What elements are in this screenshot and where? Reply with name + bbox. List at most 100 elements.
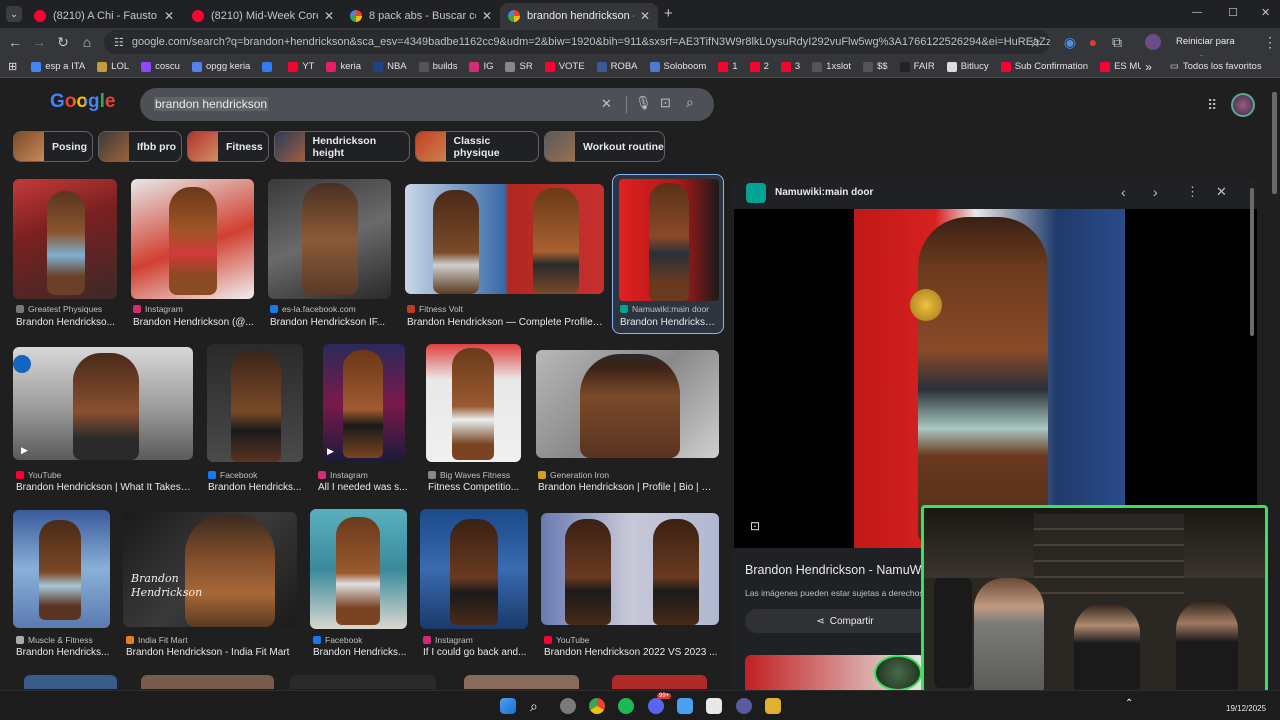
bookmark-item[interactable]: 1xslot: [812, 61, 851, 72]
tab-google-brandon[interactable]: brandon hendrickson - Buscar c ✕: [500, 3, 658, 28]
bookmarks-more-icon[interactable]: »: [1145, 60, 1152, 74]
result-image[interactable]: [290, 675, 436, 689]
result-title[interactable]: Brandon Hendrickson 2022 VS 2023 ...: [544, 647, 719, 658]
taskbar-app-icon[interactable]: [560, 698, 576, 714]
apps-icon[interactable]: ⊞: [8, 60, 17, 73]
search-box[interactable]: brandon hendrickson ✕ 🎙 ⊡ ⌕: [140, 88, 714, 121]
result-title[interactable]: Brandon Hendricks...: [313, 647, 407, 658]
tab-search-icon[interactable]: ⌄: [6, 6, 22, 22]
result-title[interactable]: Brandon Hendrickson — Complete Profile: …: [407, 317, 604, 328]
account-avatar[interactable]: [1231, 93, 1255, 117]
windows-start-icon[interactable]: [500, 698, 516, 714]
microphone-icon[interactable]: 🎙: [635, 95, 652, 111]
result-image[interactable]: [464, 675, 579, 689]
forward-icon[interactable]: →: [31, 34, 47, 50]
search-input[interactable]: brandon hendrickson: [154, 97, 269, 111]
new-tab-button[interactable]: +: [664, 5, 673, 22]
more-options-icon[interactable]: ⋮: [1186, 184, 1199, 200]
google-apps-icon[interactable]: ⠿: [1207, 97, 1217, 114]
bookmark-item[interactable]: VOTE: [544, 61, 585, 72]
result-image[interactable]: [13, 510, 110, 628]
chip-hendrickson-height[interactable]: Hendrickson height: [274, 131, 410, 162]
back-icon[interactable]: ←: [7, 34, 23, 50]
bookmark-item[interactable]: builds: [418, 61, 457, 72]
bookmark-item[interactable]: [262, 61, 276, 72]
tab-youtube-1[interactable]: (8210) A Chi - Fausto Leali - You ✕: [26, 3, 182, 28]
tab-close-icon[interactable]: ✕: [482, 9, 492, 23]
google-logo[interactable]: Google: [50, 91, 115, 113]
chrome-icon[interactable]: [589, 698, 605, 714]
search-icon[interactable]: ⌕: [686, 94, 694, 111]
bookmark-item[interactable]: keria: [326, 61, 361, 72]
taskbar-app-icon[interactable]: [765, 698, 781, 714]
taskbar-app-icon[interactable]: [736, 698, 752, 714]
result-image[interactable]: [268, 179, 391, 299]
bookmark-item[interactable]: LOL: [97, 61, 129, 72]
extension-red-icon[interactable]: ●: [1085, 34, 1101, 50]
extensions-puzzle-icon[interactable]: ⧉: [1109, 34, 1125, 50]
tray-chevron-icon[interactable]: ⌃: [1125, 698, 1133, 709]
result-image[interactable]: [207, 344, 303, 462]
chip-classic-physique[interactable]: Classic physique: [415, 131, 539, 162]
page-scrollbar[interactable]: [1272, 92, 1277, 194]
bookmark-item[interactable]: SR: [505, 61, 533, 72]
site-info-icon[interactable]: ☷: [114, 36, 124, 49]
tab-google-abs[interactable]: 8 pack abs - Buscar con Google ✕: [342, 3, 500, 28]
extension-icon[interactable]: ◉: [1062, 34, 1078, 50]
prev-arrow-icon[interactable]: ‹: [1121, 184, 1126, 200]
result-image[interactable]: [541, 513, 719, 625]
result-image[interactable]: ▶: [323, 344, 405, 462]
result-title[interactable]: Brandon Hendricks...: [16, 647, 110, 658]
bookmark-star-icon[interactable]: ☆: [1027, 34, 1043, 50]
result-title[interactable]: Brandon Hendrickson | Profile | Bio | St…: [538, 482, 718, 493]
chip-fitness[interactable]: Fitness: [187, 131, 269, 162]
minimize-button[interactable]: —: [1192, 7, 1202, 18]
bookmark-item[interactable]: Bitlucy: [946, 61, 989, 72]
preview-scrollbar[interactable]: [1250, 188, 1254, 336]
bookmark-item[interactable]: Soloboom: [649, 61, 706, 72]
result-image[interactable]: [13, 179, 117, 299]
bookmark-item[interactable]: esp a ITA: [31, 61, 85, 72]
home-icon[interactable]: ⌂: [79, 34, 95, 50]
date-label[interactable]: 19/12/2025: [1226, 704, 1266, 713]
result-title[interactable]: Brandon Hendricks...: [208, 482, 303, 493]
next-arrow-icon[interactable]: ›: [1153, 184, 1158, 200]
result-image[interactable]: [612, 675, 707, 689]
result-title[interactable]: If I could go back and...: [423, 647, 527, 658]
all-bookmarks[interactable]: Todos los favoritos: [1183, 61, 1262, 72]
taskbar-file-icon[interactable]: [677, 698, 693, 714]
discord-icon[interactable]: [648, 698, 664, 714]
bookmark-item[interactable]: $$: [863, 61, 888, 72]
chip-workout-routine[interactable]: Workout routine: [544, 131, 665, 162]
profile-avatar-icon[interactable]: [1145, 34, 1161, 50]
preview-image-area[interactable]: ⊡: [734, 209, 1257, 548]
bookmark-item[interactable]: opgg keria: [191, 61, 250, 72]
result-image[interactable]: [420, 509, 528, 629]
result-image[interactable]: ▶: [13, 347, 193, 460]
preview-source[interactable]: Namuwiki:main door: [775, 187, 873, 198]
chip-posing[interactable]: Posing: [13, 131, 93, 162]
bookmark-item[interactable]: 3: [780, 61, 800, 72]
result-image[interactable]: [131, 179, 254, 299]
result-image[interactable]: [141, 675, 274, 689]
window-close-button[interactable]: ✕: [1261, 6, 1270, 19]
result-title[interactable]: Brandon Hendrickson (@...: [133, 317, 255, 328]
bookmark-item[interactable]: FAIR: [899, 61, 935, 72]
bookmark-item[interactable]: 2: [749, 61, 769, 72]
close-preview-icon[interactable]: ✕: [1216, 184, 1227, 200]
bookmark-item[interactable]: Sub Confirmation: [1000, 61, 1088, 72]
preview-title[interactable]: Brandon Hendrickson - NamuWiki: [745, 563, 933, 577]
bookmark-item[interactable]: ES MUY VERDAD PE...: [1100, 61, 1141, 72]
taskbar-app-icon[interactable]: [706, 698, 722, 714]
result-image[interactable]: [426, 344, 521, 462]
bookmark-item[interactable]: YT: [288, 61, 314, 72]
result-title[interactable]: Fitness Competitio...: [428, 482, 521, 493]
tab-close-icon[interactable]: ✕: [324, 9, 334, 23]
lens-icon[interactable]: ⊡: [660, 95, 671, 111]
bookmark-item[interactable]: NBA: [373, 61, 407, 72]
lens-search-icon[interactable]: ⊡: [750, 519, 760, 533]
result-title[interactable]: Brandon Hendrickson IF...: [270, 317, 392, 328]
share-button[interactable]: ⋖ Compartir: [745, 609, 945, 633]
bookmark-item[interactable]: 1: [718, 61, 738, 72]
result-title[interactable]: Brandon Hendrickso...: [620, 317, 718, 328]
